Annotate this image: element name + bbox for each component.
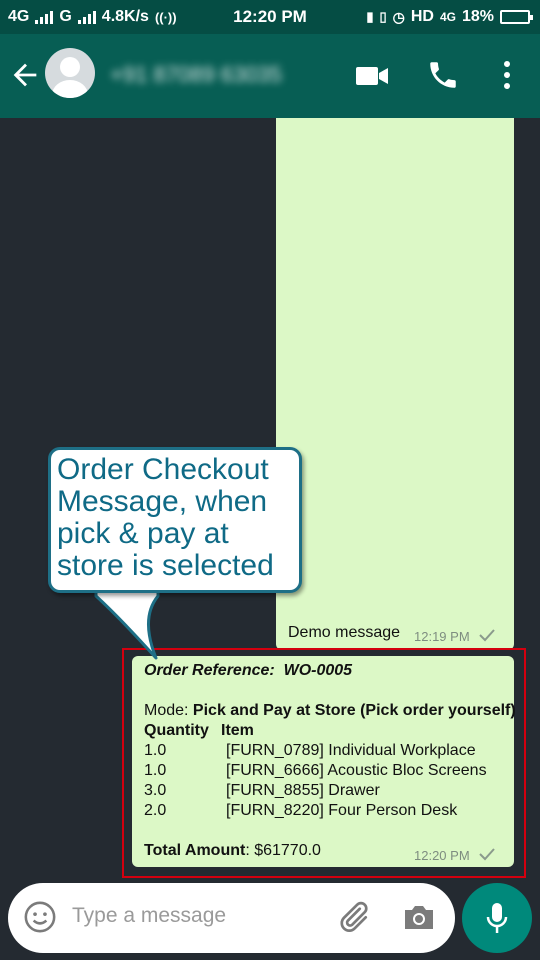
- vibrate-icon: ▯: [379, 9, 387, 24]
- emoji-icon[interactable]: [23, 900, 57, 934]
- callout-pointer: [94, 588, 160, 660]
- microphone-icon[interactable]: [484, 901, 510, 935]
- camera-icon[interactable]: [402, 902, 436, 932]
- avatar[interactable]: [45, 48, 95, 98]
- voice-call-icon[interactable]: [426, 58, 460, 92]
- hd-label: HD: [410, 8, 434, 25]
- paperclip-icon[interactable]: [335, 899, 371, 935]
- sim-icon: ▮: [366, 9, 374, 24]
- lte-label: 4G: [439, 10, 456, 24]
- status-bar: 4G G 4.8K/s ((·)) 12:20 PM ▮ ▯ ◷ HD 4G 1…: [0, 0, 540, 34]
- video-call-icon[interactable]: [354, 62, 390, 90]
- contact-name[interactable]: +91 87089 63035: [110, 62, 282, 88]
- battery-percent: 18%: [461, 8, 494, 25]
- input-placeholder[interactable]: Type a message: [72, 904, 226, 928]
- back-arrow-icon[interactable]: [8, 58, 42, 92]
- status-right: ▮ ▯ ◷ HD 4G 18%: [366, 8, 533, 26]
- more-options-icon[interactable]: [496, 56, 518, 94]
- chat-header: +91 87089 63035: [0, 34, 540, 118]
- message-text: Demo message: [288, 624, 401, 641]
- sent-tick-icon: [479, 629, 495, 642]
- callout-text: Order Checkout Message, when pick & pay …: [57, 453, 274, 582]
- alarm-icon: ◷: [392, 8, 405, 25]
- highlight-box: [122, 648, 526, 878]
- message-time: 12:19 PM: [414, 629, 470, 644]
- battery-icon: [500, 10, 533, 24]
- message-bubble-demo[interactable]: [276, 118, 514, 650]
